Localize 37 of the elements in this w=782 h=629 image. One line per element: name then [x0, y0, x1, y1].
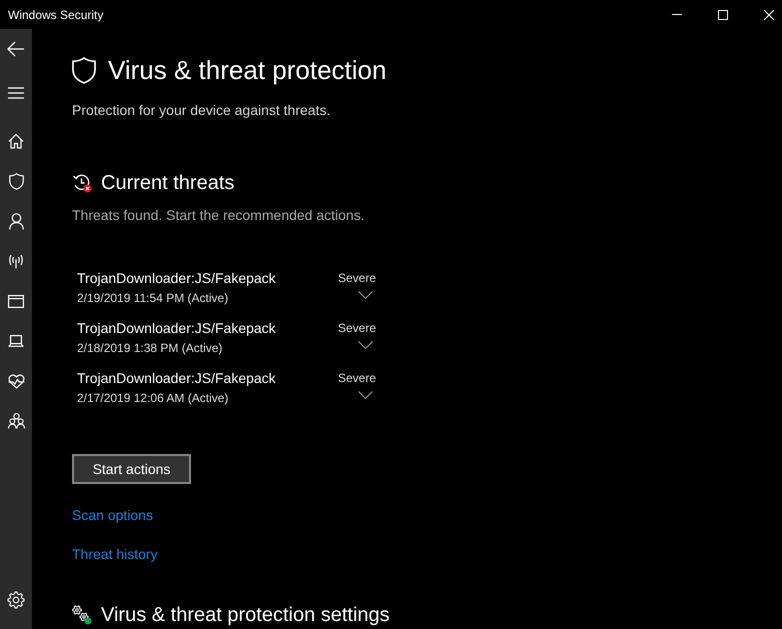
laptop-icon[interactable]: [8, 335, 24, 347]
chevron-down-icon[interactable]: [358, 341, 373, 349]
home-icon[interactable]: [8, 133, 24, 149]
link[interactable]: Scan options: [72, 505, 153, 525]
clock-alert-icon: [72, 173, 92, 193]
page-title: Virus & threat protection: [108, 54, 386, 87]
gears-icon: [72, 605, 92, 625]
threat-severity: Severe: [338, 320, 376, 337]
page-subtitle: Protection for your device against threats.: [72, 101, 332, 120]
threat-severity: Severe: [338, 370, 376, 387]
maximize-icon[interactable]: [718, 10, 728, 20]
settings-icon[interactable]: [7, 591, 25, 609]
threat-date: 2/19/2019 11:54 PM (Active): [77, 290, 228, 307]
threat-name: TrojanDownloader:JS/Fakepack: [77, 319, 276, 338]
close-icon[interactable]: [764, 10, 774, 20]
chevron-down-icon[interactable]: [358, 391, 373, 399]
shield-icon[interactable]: [8, 172, 24, 190]
chevron-down-icon[interactable]: [358, 291, 373, 299]
heart-pulse-icon[interactable]: [8, 374, 24, 388]
back-arrow-icon[interactable]: [7, 41, 25, 57]
section-description: Threats found. Start the recommended actions.: [72, 206, 366, 225]
family-icon[interactable]: [8, 413, 24, 429]
shield-icon: [72, 56, 96, 84]
section-heading: Current threats: [101, 171, 234, 196]
threat-name: TrojanDownloader:JS/Fakepack: [77, 369, 276, 388]
threat-name: TrojanDownloader:JS/Fakepack: [77, 269, 276, 288]
browser-window-icon[interactable]: [8, 294, 24, 308]
window-title: Windows Security: [8, 8, 104, 22]
menu-icon[interactable]: [8, 87, 24, 99]
link[interactable]: Threat history: [72, 544, 158, 564]
threat-severity: Severe: [338, 270, 376, 287]
threat-date: 2/18/2019 1:38 PM (Active): [77, 340, 222, 357]
section-heading: Virus & threat protection settings: [101, 603, 390, 628]
threat-date: 2/17/2019 12:06 AM (Active): [77, 390, 228, 407]
start-actions-button[interactable]: Start actions: [72, 454, 191, 484]
antenna-icon[interactable]: [8, 253, 24, 269]
person-icon[interactable]: [8, 212, 24, 230]
